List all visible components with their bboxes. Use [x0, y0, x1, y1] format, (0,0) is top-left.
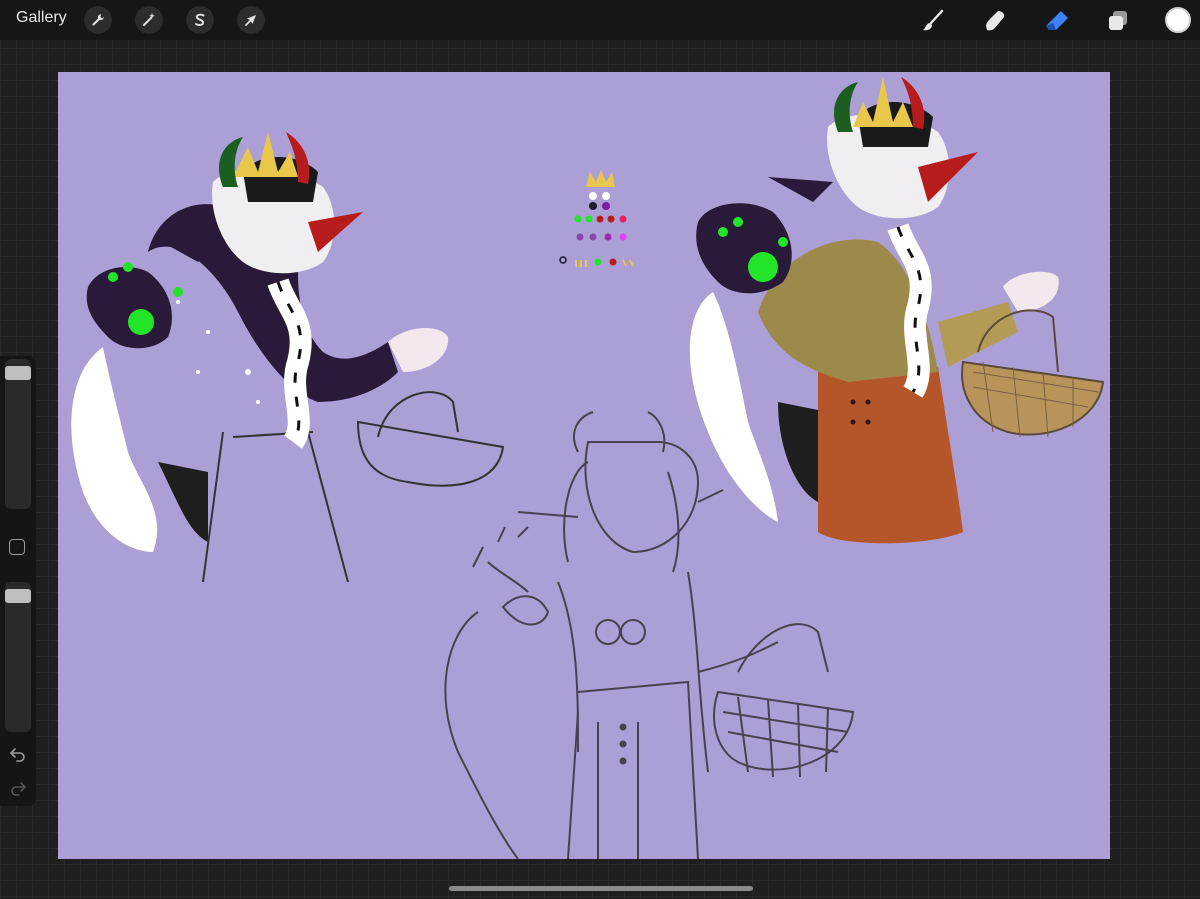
opacity-slider[interactable] — [5, 582, 31, 732]
modify-button-icon[interactable] — [9, 539, 25, 555]
home-indicator — [449, 886, 753, 891]
actions-button[interactable] — [84, 6, 112, 34]
adjustments-button[interactable] — [135, 6, 163, 34]
drawing-canvas[interactable] — [58, 72, 1110, 859]
brush-tool-button[interactable] — [918, 6, 948, 36]
current-color-swatch[interactable] — [1165, 7, 1191, 33]
redo-button[interactable] — [6, 776, 30, 800]
eraser-icon — [1046, 11, 1068, 30]
undo-button[interactable] — [6, 742, 30, 766]
artwork — [58, 72, 1110, 859]
brush-size-slider-thumb[interactable] — [5, 365, 31, 380]
left-sidebar — [0, 356, 36, 806]
wrench-icon — [92, 14, 104, 26]
brush-size-slider[interactable] — [5, 359, 31, 509]
selection-s-icon — [195, 13, 205, 26]
layers-icon — [1109, 11, 1127, 30]
smudge-icon — [986, 11, 1005, 31]
top-toolbar: Gallery — [0, 0, 1200, 40]
transform-button[interactable] — [237, 6, 265, 34]
redo-icon — [11, 782, 27, 796]
opacity-slider-thumb[interactable] — [5, 588, 31, 603]
layers-button[interactable] — [1103, 6, 1133, 36]
arrow-cursor-icon — [245, 15, 256, 26]
gallery-button[interactable]: Gallery — [16, 9, 67, 27]
magic-wand-icon — [143, 13, 155, 26]
smudge-tool-button[interactable] — [980, 6, 1010, 36]
selection-button[interactable] — [186, 6, 214, 34]
eraser-tool-button[interactable] — [1042, 6, 1072, 36]
brush-icon — [923, 9, 944, 31]
undo-icon — [9, 748, 25, 762]
